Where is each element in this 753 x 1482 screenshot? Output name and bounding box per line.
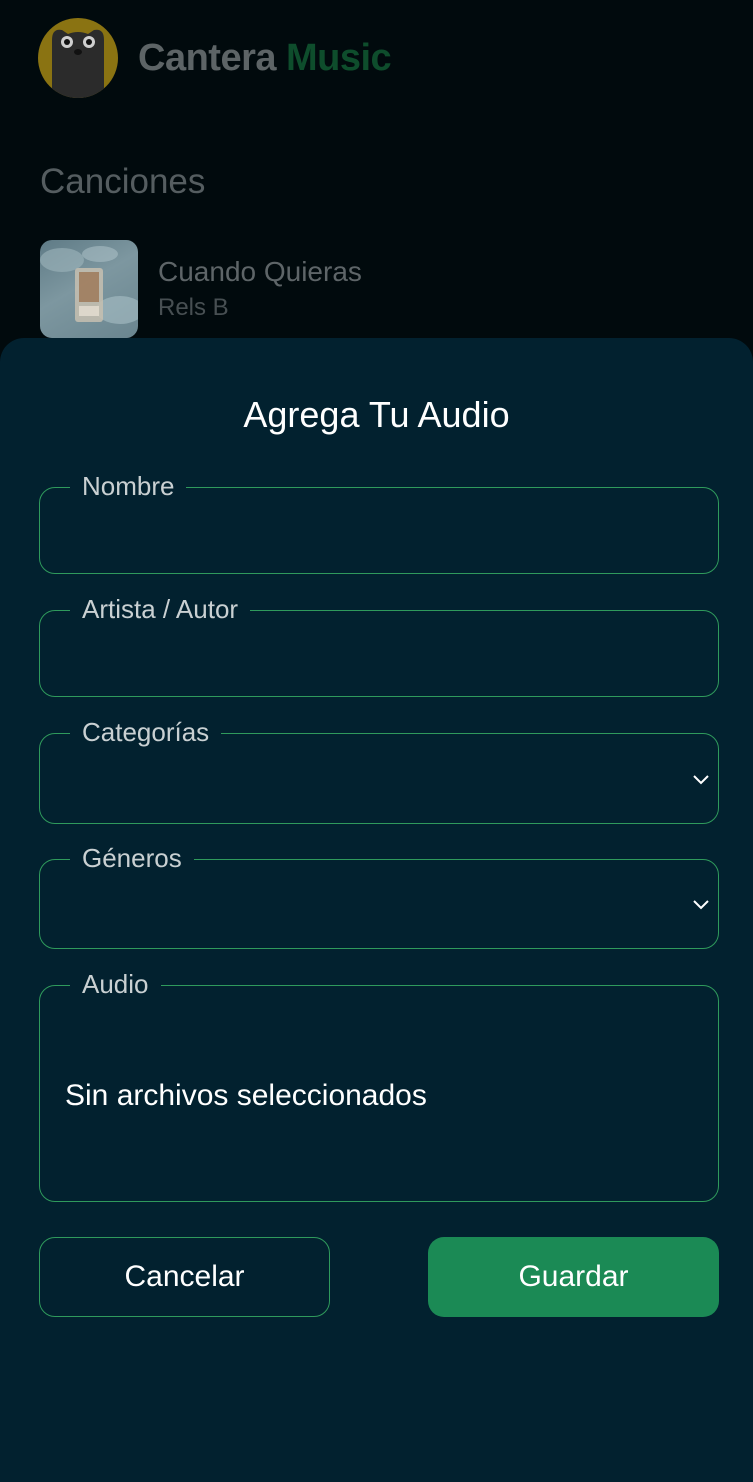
name-field-label: Nombre [70,470,187,502]
app-brand: Cantera Music [138,36,392,80]
categories-select[interactable]: Categorías [39,716,719,824]
artist-field[interactable]: Artista / Autor [39,593,719,697]
genres-select[interactable]: Géneros [39,842,719,949]
sheet-title: Agrega Tu Audio [243,394,510,435]
audio-field-label: Audio [70,968,161,1000]
brand-name-part2: Music [286,36,392,79]
app-header: Cantera Music [38,18,392,98]
cancel-button[interactable]: Cancelar [39,1237,330,1317]
artist-field-label: Artista / Autor [70,593,251,625]
brand-name-part1: Cantera [138,36,277,79]
add-audio-sheet: Agrega Tu Audio Nombre Artista / Autor C… [0,338,753,1482]
list-item[interactable]: Cuando Quieras Rels B [40,240,362,338]
name-field[interactable]: Nombre [39,470,719,574]
bear-logo-icon[interactable] [38,18,118,98]
songs-section-title: Canciones [40,162,206,201]
chevron-down-icon[interactable] [690,769,712,789]
save-button[interactable]: Guardar [428,1237,719,1317]
audio-file-picker[interactable]: Audio Sin archivos seleccionados [39,968,719,1202]
album-art-icon [40,240,138,338]
chevron-down-icon[interactable] [690,894,712,914]
screen: Cantera Music Canciones Cuando Quieras Re… [0,0,753,1482]
song-meta: Cuando Quieras Rels B [158,256,362,322]
categories-select-label: Categorías [70,716,222,748]
audio-file-status: Sin archivos seleccionados [65,1079,427,1112]
genres-select-label: Géneros [70,842,194,874]
song-artist: Rels B [158,294,229,321]
song-title: Cuando Quieras [158,256,362,287]
